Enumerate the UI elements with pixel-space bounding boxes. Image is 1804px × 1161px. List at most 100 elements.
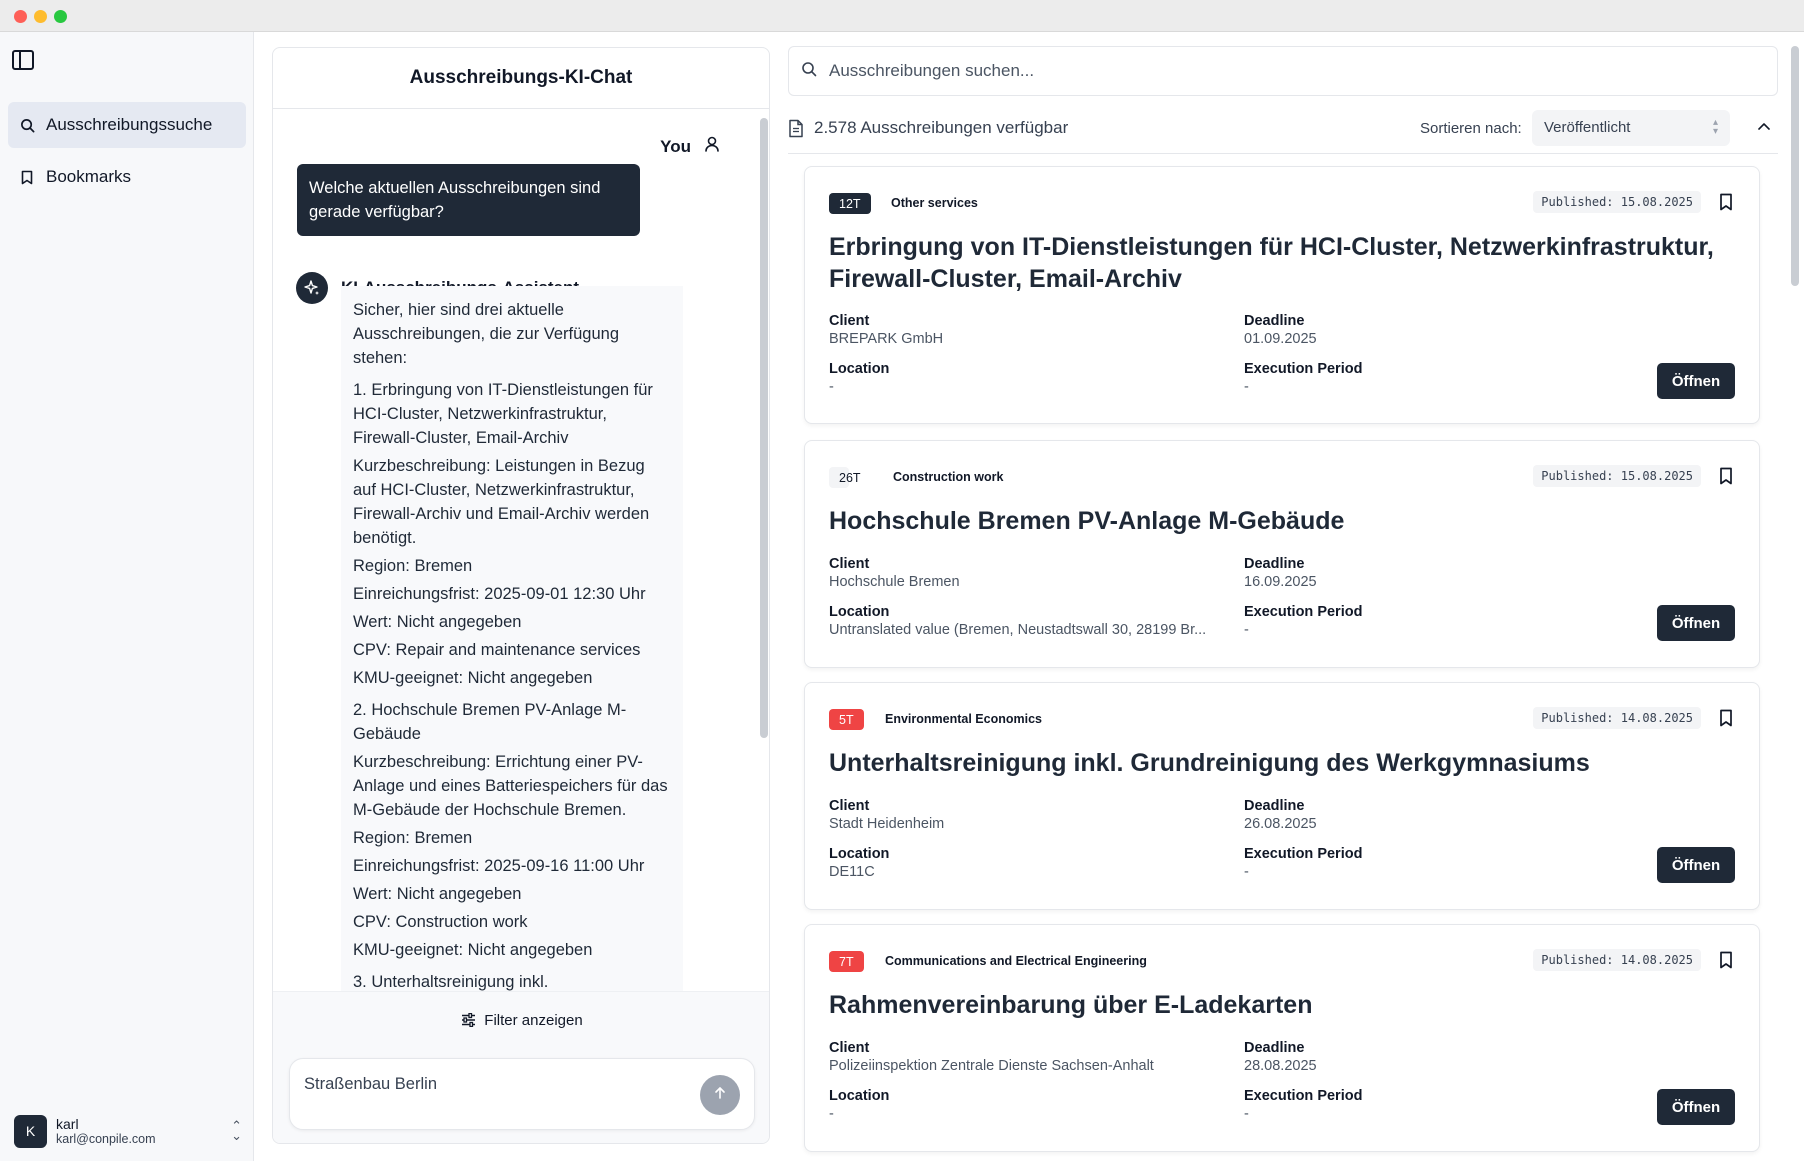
tender-card: 5T Environmental Economics Published: 14… [804, 682, 1760, 910]
chat-title: Ausschreibungs-KI-Chat [273, 48, 769, 109]
location-value: - [829, 1106, 834, 1122]
tender-title[interactable]: Unterhaltsreinigung inkl. Grundreinigung… [829, 747, 1729, 779]
bookmark-button[interactable] [1717, 192, 1735, 212]
deadline-field: Deadline 01.09.2025 [1244, 312, 1644, 348]
deadline-field: Deadline 16.09.2025 [1244, 555, 1644, 591]
location-label: Location [829, 1088, 890, 1104]
client-field: Client Stadt Heidenheim [829, 797, 1229, 833]
close-window-button[interactable] [14, 10, 27, 23]
sidebar-item-bookmarks[interactable]: Bookmarks [8, 154, 246, 200]
published-date: Published: 14.08.2025 [1533, 949, 1701, 971]
sort-select-value: Veröffentlicht [1544, 119, 1631, 136]
category-label: Other services [891, 196, 978, 210]
sort-label: Sortieren nach: [1420, 120, 1522, 137]
deadline-field: Deadline 26.08.2025 [1244, 797, 1644, 833]
bookmark-icon [16, 170, 38, 185]
deadline-label: Deadline [1244, 1040, 1305, 1056]
client-field: Client BREPARK GmbH [829, 312, 1229, 348]
document-icon [788, 119, 804, 138]
show-filter-label: Filter anzeigen [484, 1011, 583, 1029]
tender-title[interactable]: Rahmenvereinbarung über E-Ladekarten [829, 989, 1729, 1021]
results-scrollbar[interactable] [1790, 46, 1800, 1146]
client-label: Client [829, 313, 870, 329]
chat-composer-area: Filter anzeigen [273, 991, 769, 1143]
user-email: karl@conpile.com [56, 1131, 156, 1146]
location-field: Location - [829, 1087, 1229, 1123]
minimize-window-button[interactable] [34, 10, 47, 23]
execution-period-field: Execution Period - [1244, 603, 1644, 639]
open-button[interactable]: Öffnen [1657, 363, 1735, 399]
location-field: Location DE11C [829, 845, 1229, 881]
execution-period-label: Execution Period [1244, 846, 1363, 862]
message-line: Einreichungsfrist: 2025-09-01 12:30 Uhr [353, 585, 646, 603]
message-line: Sicher, hier sind drei aktuelle Ausschre… [353, 301, 620, 367]
sort-select[interactable]: Veröffentlicht ▴ ▾ [1532, 110, 1730, 146]
assistant-message: Sicher, hier sind drei aktuelle Ausschre… [341, 286, 683, 991]
execution-period-value: - [1244, 622, 1249, 638]
user-icon [703, 135, 721, 158]
execution-period-value: - [1244, 864, 1249, 880]
chat-input[interactable] [304, 1075, 684, 1094]
execution-period-value: - [1244, 379, 1249, 395]
days-left-badge: 26T [829, 467, 861, 488]
results-panel: 2.578 Ausschreibungen verfügbar Sortiere… [786, 32, 1804, 1161]
message-line: 1. Erbringung von IT-Dienstleistungen fü… [353, 381, 653, 447]
send-button[interactable] [700, 1075, 740, 1115]
chevron-up-icon [1758, 117, 1770, 135]
location-label: Location [829, 604, 890, 620]
sidebar-item-label: Ausschreibungssuche [46, 115, 213, 134]
chat-scrollbar[interactable] [759, 110, 769, 991]
sparkle-icon [296, 272, 328, 304]
bookmark-button[interactable] [1717, 950, 1735, 970]
user-name: karl [56, 1115, 79, 1132]
message-line: Kurzbeschreibung: Errichtung einer PV-An… [353, 753, 668, 819]
client-label: Client [829, 798, 870, 814]
chat-messages[interactable]: You Welche aktuellen Ausschreibungen sin… [273, 110, 757, 991]
arrow-up-icon [713, 1086, 727, 1105]
open-button[interactable]: Öffnen [1657, 1089, 1735, 1125]
show-filter-button[interactable]: Filter anzeigen [273, 1002, 769, 1038]
deadline-value: 28.08.2025 [1244, 1058, 1317, 1074]
open-button[interactable]: Öffnen [1657, 847, 1735, 883]
deadline-value: 01.09.2025 [1244, 331, 1317, 347]
location-field: Location - [829, 360, 1229, 396]
execution-period-label: Execution Period [1244, 604, 1363, 620]
bookmark-button[interactable] [1717, 708, 1735, 728]
deadline-label: Deadline [1244, 313, 1305, 329]
sidebar-item-ausschreibungssuche[interactable]: Ausschreibungssuche [8, 102, 246, 148]
message-line: Region: Bremen [353, 829, 473, 847]
message-line: Wert: Nicht angegeben [353, 613, 522, 631]
category-label: Communications and Electrical Engineerin… [885, 954, 1147, 968]
deadline-label: Deadline [1244, 798, 1305, 814]
execution-period-field: Execution Period - [1244, 845, 1644, 881]
bookmark-button[interactable] [1717, 466, 1735, 486]
deadline-value: 16.09.2025 [1244, 574, 1317, 590]
tender-card: 26T Construction work Published: 15.08.2… [804, 440, 1760, 668]
tender-title[interactable]: Erbringung von IT-Dienstleistungen für H… [829, 231, 1729, 295]
client-label: Client [829, 556, 870, 572]
sidebar: Ausschreibungssuche Bookmarks K karl kar… [0, 32, 254, 1161]
search-input[interactable] [829, 61, 1729, 81]
search-box [788, 46, 1778, 96]
days-left-badge: 7T [829, 951, 864, 972]
you-label: You [660, 136, 691, 156]
collapse-button[interactable] [1754, 116, 1774, 136]
user-message-header: You [660, 135, 721, 158]
user-menu[interactable]: K karl karl@conpile.com ⌃ ⌄ [14, 1113, 242, 1149]
results-scrollbar-thumb[interactable] [1791, 46, 1799, 286]
sidebar-toggle-icon[interactable] [12, 50, 34, 70]
message-line: Wert: Nicht angegeben [353, 885, 522, 903]
open-button[interactable]: Öffnen [1657, 605, 1735, 641]
location-value: DE11C [829, 864, 875, 880]
location-value: - [829, 379, 834, 395]
published-date: Published: 15.08.2025 [1533, 191, 1701, 213]
execution-period-label: Execution Period [1244, 361, 1363, 377]
execution-period-field: Execution Period - [1244, 360, 1644, 396]
deadline-value: 26.08.2025 [1244, 816, 1317, 832]
result-count: 2.578 Ausschreibungen verfügbar [788, 118, 1068, 138]
client-value: Polizeiinspektion Zentrale Dienste Sachs… [829, 1058, 1154, 1074]
maximize-window-button[interactable] [54, 10, 67, 23]
chat-scrollbar-thumb[interactable] [760, 118, 768, 738]
message-line: CPV: Construction work [353, 913, 528, 931]
tender-title[interactable]: Hochschule Bremen PV-Anlage M-Gebäude [829, 505, 1729, 537]
